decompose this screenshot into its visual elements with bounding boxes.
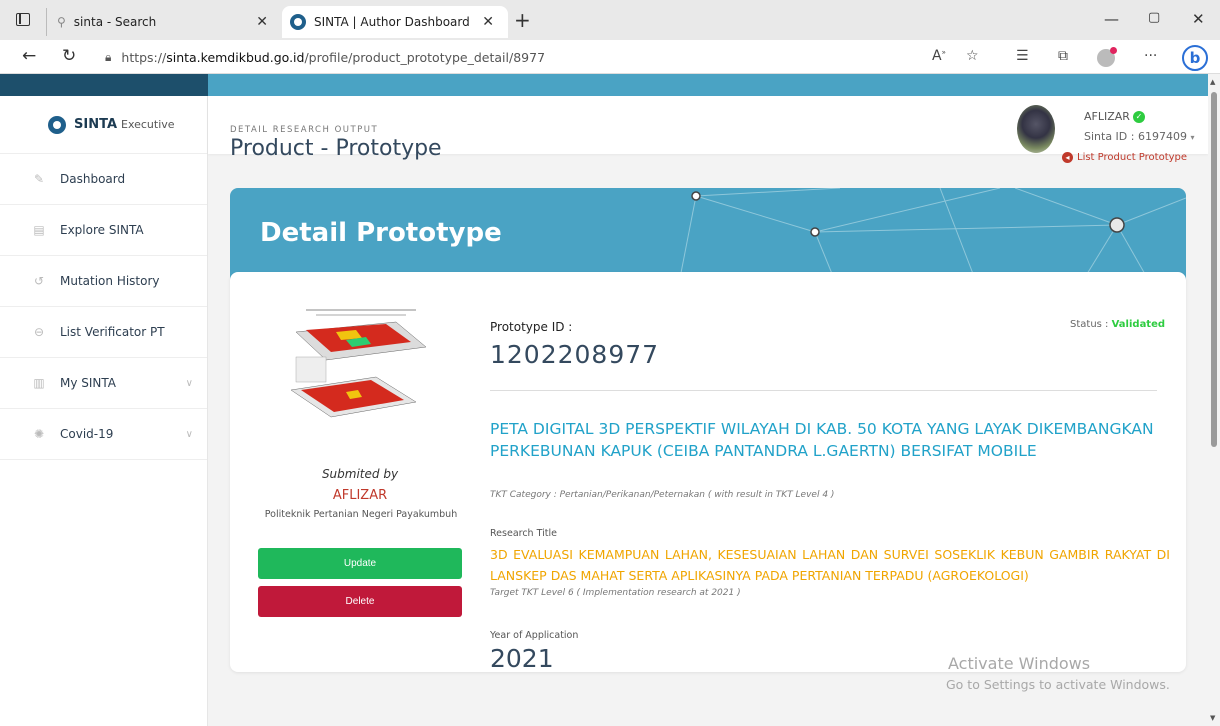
tkt-category: TKT Category : Pertanian/Perikanan/Peter…	[490, 490, 835, 500]
status-badge: Status : Validated	[1070, 319, 1166, 330]
history-icon: ↺	[33, 274, 45, 288]
sidebar-item-mutation-history[interactable]: ↺ Mutation History	[0, 256, 207, 307]
sidebar: SINTA Executive ✎ Dashboard ▤ Explore SI…	[0, 96, 208, 726]
year-label: Year of Application	[490, 630, 579, 641]
sidebar-item-label: Explore SINTA	[60, 223, 144, 237]
sidebar-item-verificator[interactable]: ⊖ List Verificator PT	[0, 307, 207, 358]
submitter-institution: Politeknik Pertanian Negeri Payakumbuh	[264, 509, 458, 520]
windows-activation-watermark: Activate Windows Go to Settings to activ…	[946, 654, 1170, 692]
minimize-icon[interactable]: —	[1104, 10, 1119, 28]
avatar[interactable]	[1017, 105, 1055, 153]
sidebar-item-label: Dashboard	[60, 172, 126, 186]
tab-search[interactable]: ⚲ sinta - Search ✕	[46, 8, 282, 36]
favorite-star-icon[interactable]: ☆	[966, 48, 979, 64]
year-value: 2021	[490, 644, 554, 673]
research-title: 3D EVALUASI KEMAMPUAN LAHAN, KESESUAIAN …	[490, 547, 1170, 583]
tkt-target: Target TKT Level 6 ( Implementation rese…	[490, 588, 741, 598]
url-path: /profile/product_prototype_detail/8977	[304, 49, 546, 65]
section-caption: DETAIL RESEARCH OUTPUT	[230, 125, 379, 135]
user-name[interactable]: AFLIZAR ✓	[1084, 110, 1145, 123]
restore-icon[interactable]: ▢	[1148, 10, 1160, 25]
sidebar-item-explore[interactable]: ▤ Explore SINTA	[0, 205, 207, 256]
caret-down-icon: ▾	[1190, 133, 1195, 142]
new-tab-icon[interactable]: +	[514, 8, 531, 32]
tab-title: SINTA | Author Dashboard	[314, 15, 470, 29]
profile-icon[interactable]	[1097, 47, 1117, 67]
brand-name: SINTA	[74, 117, 117, 132]
tab-title: sinta - Search	[73, 15, 157, 29]
close-window-icon[interactable]: ✕	[1192, 10, 1205, 28]
address-bar: ← ↻ 🔒︎ https://sinta.kemdikbud.go.id/pro…	[0, 40, 1220, 74]
favorites-icon[interactable]: ☰	[1016, 48, 1029, 64]
sidebar-item-dashboard[interactable]: ✎ Dashboard	[0, 154, 207, 205]
prototype-id-label: Prototype ID :	[490, 320, 573, 334]
page-title: Product - Prototype	[230, 136, 442, 161]
divider	[490, 390, 1157, 391]
close-icon[interactable]: ✕	[482, 14, 494, 30]
submitter-name[interactable]: AFLIZAR	[260, 488, 460, 503]
brand-sub: Executive	[121, 118, 175, 131]
collections-icon[interactable]: ⧉	[1058, 48, 1068, 64]
sidebar-item-label: Covid-19	[60, 427, 114, 441]
sinta-logo[interactable]: SINTA Executive	[0, 96, 207, 154]
chevron-down-icon: ∨	[185, 377, 193, 389]
scroll-up-icon[interactable]: ▲	[1210, 78, 1215, 86]
more-icon[interactable]: ···	[1144, 48, 1157, 64]
sinta-id-dropdown[interactable]: Sinta ID : 6197409 ▾	[1084, 130, 1194, 143]
scroll-down-icon[interactable]: ▼	[1210, 714, 1215, 722]
read-aloud-icon[interactable]: A»	[932, 48, 946, 64]
banner-title: Detail Prototype	[260, 218, 502, 248]
watermark-line2: Go to Settings to activate Windows.	[946, 677, 1170, 692]
list-product-prototype-link[interactable]: ◂ List Product Prototype	[1062, 152, 1187, 163]
search-icon: ⚲	[57, 15, 66, 29]
scrollbar-thumb[interactable]	[1211, 92, 1217, 447]
prototype-id-value: 1202208977	[490, 340, 660, 369]
document-icon: ▤	[33, 223, 45, 237]
page-scrollbar[interactable]: ▲ ▼	[1208, 74, 1220, 726]
research-title-label: Research Title	[490, 528, 557, 539]
sidebar-item-covid[interactable]: ✺ Covid-19 ∨	[0, 409, 207, 460]
url-prefix: https://	[121, 49, 167, 65]
arrow-left-circle-icon: ◂	[1062, 152, 1073, 163]
url-domain: sinta.kemdikbud.go.id	[166, 49, 305, 65]
user-icon: ⊖	[33, 325, 45, 339]
bing-icon[interactable]: b	[1182, 45, 1208, 71]
browser-tab-strip: ⚲ sinta - Search ✕ SINTA | Author Dashbo…	[0, 0, 1220, 40]
sinta-logo-icon	[48, 115, 66, 134]
product-title: PETA DIGITAL 3D PERSPEKTIF WILAYAH DI KA…	[490, 420, 1154, 460]
watermark-line1: Activate Windows	[948, 654, 1091, 673]
url-field[interactable]: 🔒︎ https://sinta.kemdikbud.go.id/profile…	[105, 44, 905, 70]
lock-icon: 🔒︎	[105, 49, 112, 64]
status-value: Validated	[1111, 319, 1166, 330]
tab-actions-icon[interactable]	[16, 13, 30, 26]
back-link-label: List Product Prototype	[1077, 152, 1188, 163]
detail-card: Submited by AFLIZAR Politeknik Pertanian…	[230, 272, 1186, 673]
sinta-favicon-icon	[290, 14, 306, 30]
submitted-by-label: Submited by	[321, 467, 399, 481]
back-icon[interactable]: ←	[22, 46, 36, 66]
prototype-map-thumbnail	[290, 309, 427, 418]
virus-icon: ✺	[33, 427, 45, 441]
pencil-icon: ✎	[33, 172, 45, 186]
id-card-icon: ▥	[33, 376, 45, 390]
verified-icon: ✓	[1132, 111, 1145, 123]
chevron-down-icon: ∨	[185, 428, 193, 440]
sidebar-item-label: My SINTA	[60, 376, 117, 390]
update-button[interactable]: Update	[258, 548, 462, 579]
top-strip	[0, 74, 1208, 96]
sidebar-item-my-sinta[interactable]: ▥ My SINTA ∨	[0, 358, 207, 409]
refresh-icon[interactable]: ↻	[62, 46, 76, 66]
close-icon[interactable]: ✕	[256, 14, 268, 30]
sidebar-item-label: Mutation History	[60, 274, 160, 288]
delete-button[interactable]: Delete	[258, 586, 462, 617]
sidebar-item-label: List Verificator PT	[60, 325, 165, 339]
tab-sinta[interactable]: SINTA | Author Dashboard ✕	[282, 6, 508, 38]
